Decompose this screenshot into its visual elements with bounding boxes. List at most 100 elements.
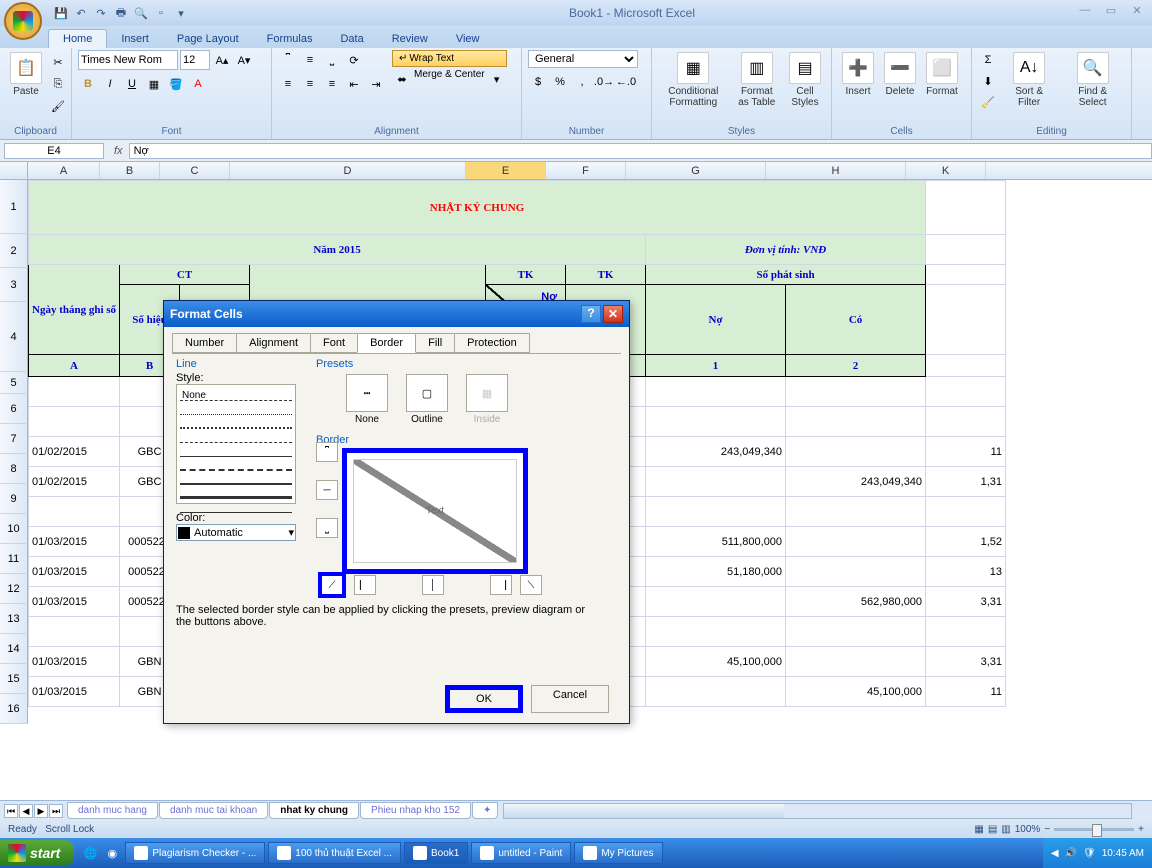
ql-ie-icon[interactable]: 🌐 bbox=[80, 843, 100, 863]
sheet-prev-icon[interactable]: ◀ bbox=[19, 804, 33, 818]
tab-insert[interactable]: Insert bbox=[107, 30, 163, 48]
office-button[interactable] bbox=[4, 2, 42, 40]
inc-decimal-icon[interactable]: .0→ bbox=[594, 72, 614, 92]
name-box[interactable] bbox=[4, 143, 104, 159]
row-2[interactable]: 2 bbox=[0, 234, 28, 268]
sheet-tab-2[interactable]: danh muc tai khoan bbox=[159, 802, 268, 819]
format-cells-button[interactable]: ⬜Format bbox=[922, 50, 962, 99]
view-normal-icon[interactable]: ▦ bbox=[974, 824, 983, 835]
merge-dropdown-icon[interactable]: ▾ bbox=[487, 69, 507, 89]
new-sheet-tab[interactable]: ✦ bbox=[472, 802, 498, 819]
preset-outline[interactable]: ▢Outline bbox=[406, 374, 448, 425]
row-7[interactable]: 7 bbox=[0, 424, 28, 454]
cell-styles-button[interactable]: ▤Cell Styles bbox=[785, 50, 825, 110]
border-bottom-button[interactable]: ⎵ bbox=[316, 518, 338, 538]
sheet-tab-3[interactable]: nhat ky chung bbox=[269, 802, 359, 819]
percent-icon[interactable]: % bbox=[550, 72, 570, 92]
format-as-table-button[interactable]: ▥Format as Table bbox=[731, 50, 783, 110]
zoom-slider[interactable] bbox=[1054, 828, 1134, 831]
cancel-button[interactable]: Cancel bbox=[531, 685, 609, 713]
col-A[interactable]: A bbox=[28, 162, 100, 179]
zoom-out-icon[interactable]: − bbox=[1044, 824, 1050, 835]
align-bottom-icon[interactable]: ⎵ bbox=[322, 50, 342, 70]
save-icon[interactable]: 💾 bbox=[52, 4, 70, 22]
row-15[interactable]: 15 bbox=[0, 664, 28, 694]
sheet-tab-1[interactable]: danh muc hang bbox=[67, 802, 158, 819]
align-middle-icon[interactable]: ≡ bbox=[300, 50, 320, 70]
border-mid-button[interactable]: ─ bbox=[316, 480, 338, 500]
col-K[interactable]: K bbox=[906, 162, 986, 179]
tab-data[interactable]: Data bbox=[326, 30, 377, 48]
select-all-corner[interactable] bbox=[0, 162, 28, 179]
dec-decimal-icon[interactable]: ←.0 bbox=[616, 72, 636, 92]
row-13[interactable]: 13 bbox=[0, 604, 28, 634]
row-1[interactable]: 1 bbox=[0, 180, 28, 234]
border-left-button[interactable]: ⎸ bbox=[354, 575, 376, 595]
indent-dec-icon[interactable]: ⇤ bbox=[344, 74, 364, 94]
border-right-button[interactable]: ⎹ bbox=[490, 575, 512, 595]
col-F[interactable]: F bbox=[546, 162, 626, 179]
preset-inside[interactable]: ▦Inside bbox=[466, 374, 508, 425]
col-E[interactable]: E bbox=[466, 162, 546, 179]
hscroll-thumb[interactable] bbox=[504, 804, 784, 818]
wrap-text-button[interactable]: ↵Wrap Text bbox=[392, 50, 507, 67]
underline-button[interactable]: U bbox=[122, 74, 142, 94]
dtab-font[interactable]: Font bbox=[310, 333, 358, 353]
align-top-icon[interactable]: ⎴ bbox=[278, 50, 298, 70]
col-B[interactable]: B bbox=[100, 162, 160, 179]
row-10[interactable]: 10 bbox=[0, 514, 28, 544]
currency-icon[interactable]: $ bbox=[528, 72, 548, 92]
border-diag-up-button[interactable]: ⟋ bbox=[318, 572, 346, 598]
border-preview[interactable]: Text bbox=[342, 448, 528, 574]
delete-cells-button[interactable]: ➖Delete bbox=[880, 50, 920, 99]
dialog-titlebar[interactable]: Format Cells ? ✕ bbox=[164, 301, 629, 327]
indent-inc-icon[interactable]: ⇥ bbox=[366, 74, 386, 94]
fill-color-icon[interactable]: 🪣 bbox=[166, 74, 186, 94]
row-6[interactable]: 6 bbox=[0, 394, 28, 424]
insert-cells-button[interactable]: ➕Insert bbox=[838, 50, 878, 99]
hscroll-track[interactable] bbox=[503, 803, 1132, 819]
col-D[interactable]: D bbox=[230, 162, 466, 179]
row-16[interactable]: 16 bbox=[0, 694, 28, 724]
sheet-tab-4[interactable]: Phieu nhap kho 152 bbox=[360, 802, 471, 819]
view-pagebreak-icon[interactable]: ▥ bbox=[1001, 824, 1010, 835]
formula-input[interactable] bbox=[129, 143, 1152, 159]
font-name-select[interactable] bbox=[78, 50, 178, 70]
taskbar-item-3[interactable]: Book1 bbox=[404, 842, 468, 864]
line-style-list[interactable]: None bbox=[176, 384, 296, 504]
tray-icon[interactable]: ◀ bbox=[1051, 848, 1059, 859]
merge-icon[interactable]: ⬌ bbox=[392, 69, 412, 89]
sheet-last-icon[interactable]: ⏭ bbox=[49, 804, 63, 818]
align-right-icon[interactable]: ≡ bbox=[322, 74, 342, 94]
minimize-button[interactable]: — bbox=[1074, 4, 1096, 22]
start-button[interactable]: start bbox=[0, 840, 74, 866]
clock[interactable]: 10:45 AM bbox=[1102, 848, 1144, 859]
autosum-icon[interactable]: Σ bbox=[978, 50, 998, 70]
col-G[interactable]: G bbox=[626, 162, 766, 179]
tab-formulas[interactable]: Formulas bbox=[253, 30, 327, 48]
dialog-close-button[interactable]: ✕ bbox=[603, 305, 623, 323]
dialog-help-button[interactable]: ? bbox=[581, 305, 601, 323]
sort-filter-button[interactable]: A↓Sort & Filter bbox=[1000, 50, 1058, 110]
row-14[interactable]: 14 bbox=[0, 634, 28, 664]
tab-review[interactable]: Review bbox=[378, 30, 442, 48]
align-left-icon[interactable]: ≡ bbox=[278, 74, 298, 94]
zoom-level[interactable]: 100% bbox=[1015, 824, 1041, 835]
find-select-button[interactable]: 🔍Find & Select bbox=[1060, 50, 1125, 110]
orientation-icon[interactable]: ⟳ bbox=[344, 50, 364, 70]
col-H[interactable]: H bbox=[766, 162, 906, 179]
font-size-select[interactable] bbox=[180, 50, 210, 70]
dtab-alignment[interactable]: Alignment bbox=[236, 333, 311, 353]
tab-view[interactable]: View bbox=[442, 30, 494, 48]
row-4[interactable]: 4 bbox=[0, 302, 28, 372]
close-button[interactable]: ✕ bbox=[1126, 4, 1148, 22]
sheet-first-icon[interactable]: ⏮ bbox=[4, 804, 18, 818]
dtab-fill[interactable]: Fill bbox=[415, 333, 455, 353]
print-icon[interactable]: 🖶 bbox=[112, 4, 130, 22]
tab-pagelayout[interactable]: Page Layout bbox=[163, 30, 253, 48]
row-9[interactable]: 9 bbox=[0, 484, 28, 514]
dtab-border[interactable]: Border bbox=[357, 333, 416, 353]
grow-font-icon[interactable]: A▴ bbox=[212, 50, 232, 70]
tray-icon[interactable]: 🛡 bbox=[1083, 848, 1096, 859]
shrink-font-icon[interactable]: A▾ bbox=[234, 50, 254, 70]
